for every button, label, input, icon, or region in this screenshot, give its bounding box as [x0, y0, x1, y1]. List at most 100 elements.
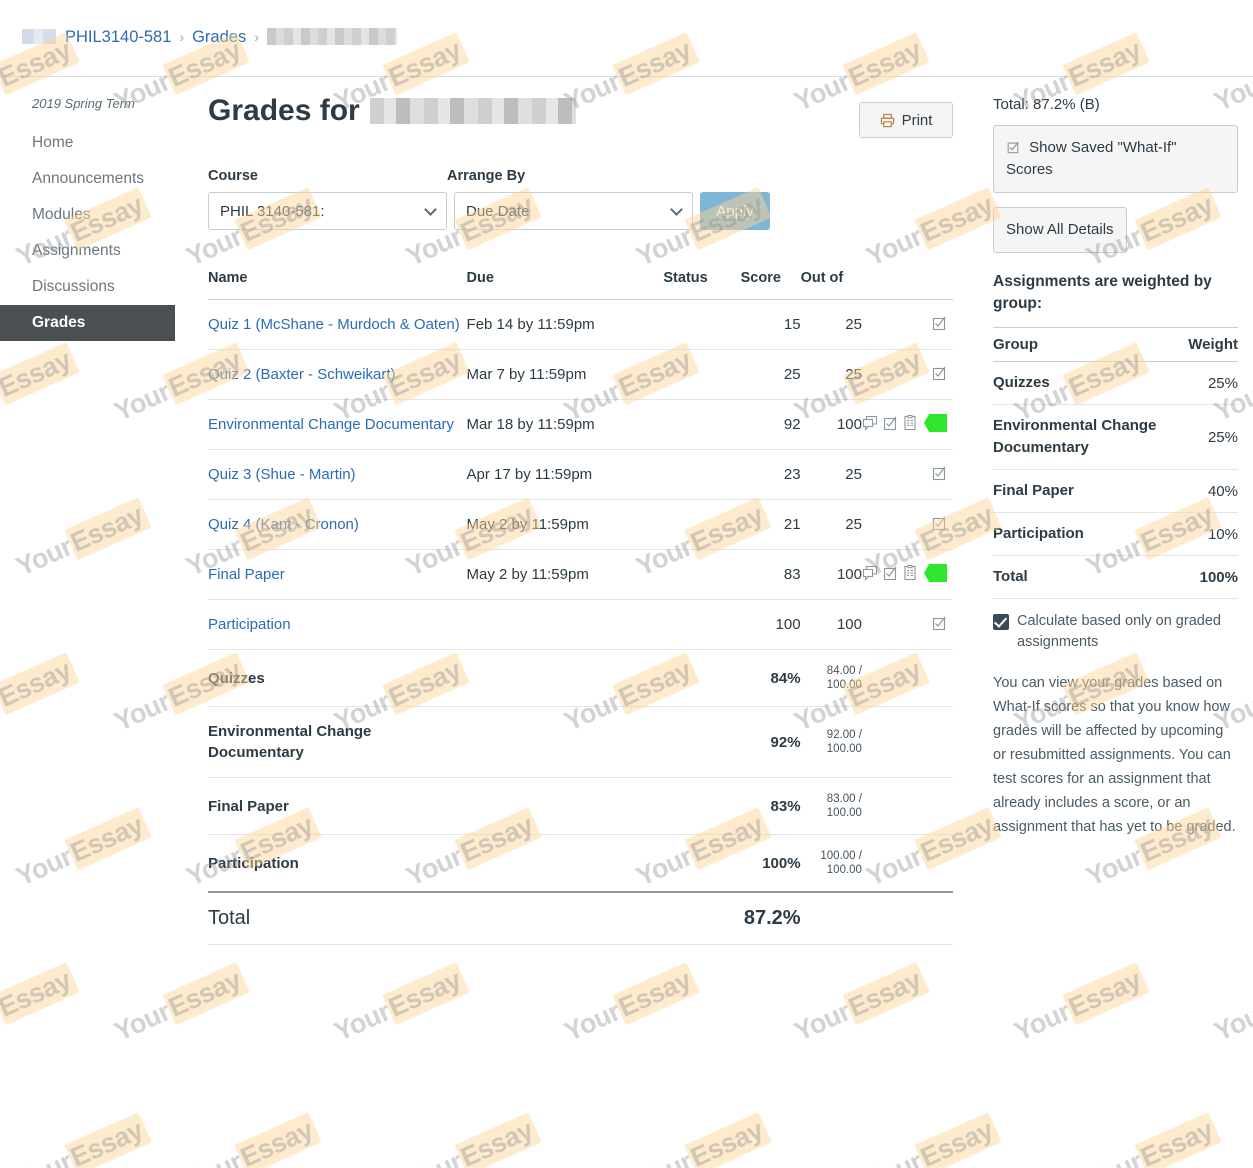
column-header-icons — [861, 270, 953, 300]
status-cell — [663, 349, 741, 400]
weights-group-cell: Quizzes — [993, 361, 1189, 405]
group-due-cell — [466, 706, 664, 778]
weights-column-header-weight: Weight — [1188, 327, 1238, 362]
arrange-select-label: Arrange By — [447, 168, 526, 184]
page-title-redacted-name — [369, 98, 576, 124]
group-fraction-cell: 100.00 / 100.00 — [800, 834, 862, 893]
due-date-text: May 2 by 11:59pm — [466, 516, 589, 533]
assignment-link[interactable]: Quiz 1 (McShane - Murdoch & Oaten) — [208, 314, 460, 335]
assignment-link[interactable]: Environmental Change Documentary — [208, 414, 454, 435]
watermark-text: YourEssay — [1209, 996, 1253, 1048]
weights-value-cell: 25% — [1188, 404, 1238, 470]
due-date-text: Apr 17 by 11:59pm — [466, 466, 593, 483]
weights-group-cell: Environmental Change Documentary — [993, 404, 1189, 470]
calculate-graded-only-row[interactable]: Calculate based only on graded assignmen… — [993, 611, 1238, 653]
sidebar-item-assignments[interactable]: Assignments — [0, 233, 190, 269]
watermark-text: YourEssay — [790, 962, 930, 1048]
show-all-details-button[interactable]: Show All Details — [993, 207, 1127, 253]
group-due-cell — [466, 777, 664, 835]
weights-row: Environmental Change Documentary 25% — [993, 404, 1238, 470]
watermark-text: YourEssay — [330, 962, 470, 1048]
score-checkbox-icon[interactable] — [931, 365, 947, 381]
assignment-link[interactable]: Quiz 2 (Baxter - Schweikart) — [208, 364, 396, 385]
out-of-cell: 25 — [800, 349, 862, 400]
score-checkbox-icon[interactable] — [931, 465, 947, 481]
chevron-down-icon — [670, 203, 683, 216]
assignment-link[interactable]: Quiz 3 (Shue - Martin) — [208, 464, 356, 485]
group-status-cell — [663, 777, 741, 835]
score-cell: 92 — [740, 399, 801, 450]
main-content: Grades for Print Course Arrange By PHIL … — [208, 90, 953, 945]
out-of-cell: 100 — [800, 549, 862, 600]
sidebar-item-modules[interactable]: Modules — [0, 197, 190, 233]
total-status-cell — [663, 891, 741, 945]
group-name-cell: Environmental Change Documentary — [208, 706, 467, 778]
status-cell — [663, 299, 741, 350]
assignment-link[interactable]: Participation — [208, 614, 291, 635]
rubric-icon[interactable] — [902, 415, 918, 431]
out-of-cell: 100 — [800, 399, 862, 450]
arrange-by-select-value: Due Date — [466, 202, 530, 220]
row-actions-cell — [861, 499, 953, 550]
sidebar-item-announcements[interactable]: Announcements — [0, 161, 190, 197]
course-select[interactable]: PHIL 3140-581: — [208, 192, 447, 230]
rubric-icon[interactable] — [902, 565, 918, 581]
score-checkbox-icon[interactable] — [882, 415, 898, 431]
column-header-due: Due — [466, 270, 664, 300]
watermark-text: YourEssay — [632, 1112, 772, 1168]
group-name-cell: Quizzes — [208, 649, 467, 707]
group-status-cell — [663, 834, 741, 893]
arrange-by-select[interactable]: Due Date — [454, 192, 693, 230]
score-checkbox-icon[interactable] — [882, 565, 898, 581]
group-actions-cell — [861, 777, 953, 835]
assignment-weights-heading: Assignments are weighted by group: — [993, 273, 1212, 312]
group-fraction-cell: 92.00 / 100.00 — [800, 706, 862, 778]
table-row: Quiz 2 (Baxter - Schweikart) Mar 7 by 11:… — [208, 349, 953, 400]
due-date-cell — [466, 599, 664, 650]
row-actions-cell — [861, 349, 953, 400]
print-button[interactable]: Print — [859, 102, 953, 138]
breadcrumb-grades-link[interactable]: Grades — [192, 28, 246, 46]
comment-icon[interactable] — [862, 415, 878, 431]
row-action-icons — [862, 564, 947, 582]
weights-column-header-group: Group — [993, 327, 1189, 362]
row-action-icons — [931, 315, 947, 331]
row-actions-cell — [861, 549, 953, 600]
out-of-cell: 100 — [800, 599, 862, 650]
calculate-graded-only-checkbox[interactable] — [993, 614, 1009, 630]
watermark-text: YourEssay — [182, 1112, 322, 1168]
show-saved-what-if-scores-button[interactable]: Show Saved "What-If" Scores — [993, 125, 1238, 193]
group-fraction-cell: 83.00 / 100.00 — [800, 777, 862, 835]
group-name-cell: Participation — [208, 834, 467, 893]
watermark-text: YourEssay — [1010, 962, 1150, 1048]
grades-table-body: Quiz 1 (McShane - Murdoch & Oaten) Feb 14… — [208, 299, 953, 945]
row-actions-cell — [861, 399, 953, 450]
group-status-cell — [663, 706, 741, 778]
watermark-text: YourEssay — [0, 962, 80, 1048]
breadcrumb-redacted-icon — [22, 29, 56, 44]
apply-button[interactable]: Apply — [700, 192, 770, 230]
weights-row: Final Paper 40% — [993, 469, 1238, 513]
row-action-icons — [931, 365, 947, 381]
comment-icon[interactable] — [862, 565, 878, 581]
table-row: Quiz 1 (McShane - Murdoch & Oaten) Feb 14… — [208, 299, 953, 350]
breadcrumb-course-link[interactable]: PHIL3140-581 — [65, 28, 171, 46]
breadcrumb-student-redacted — [266, 28, 397, 45]
assignment-link[interactable]: Final Paper — [208, 564, 285, 585]
watermark-text: YourEssay — [560, 962, 700, 1048]
out-of-cell: 25 — [800, 449, 862, 500]
total-percent-cell: 87.2% — [740, 891, 801, 945]
group-percent-cell: 83% — [740, 777, 801, 835]
score-checkbox-icon[interactable] — [931, 315, 947, 331]
grades-table: Name Due Status Score Out of Quiz 1 (McS… — [208, 270, 953, 945]
sidebar-item-discussions[interactable]: Discussions — [0, 269, 190, 305]
sidebar-item-grades[interactable]: Grades — [0, 305, 175, 341]
weights-value-cell: 10% — [1188, 512, 1238, 556]
score-checkbox-icon[interactable] — [931, 515, 947, 531]
sidebar-item-home[interactable]: Home — [0, 125, 190, 161]
weights-total-label: Total — [993, 555, 1189, 599]
status-cell — [663, 549, 741, 600]
assignment-link[interactable]: Quiz 4 (Kant - Cronon) — [208, 514, 359, 535]
score-checkbox-icon[interactable] — [931, 615, 947, 631]
assignment-name-cell: Quiz 4 (Kant - Cronon) — [208, 499, 467, 550]
